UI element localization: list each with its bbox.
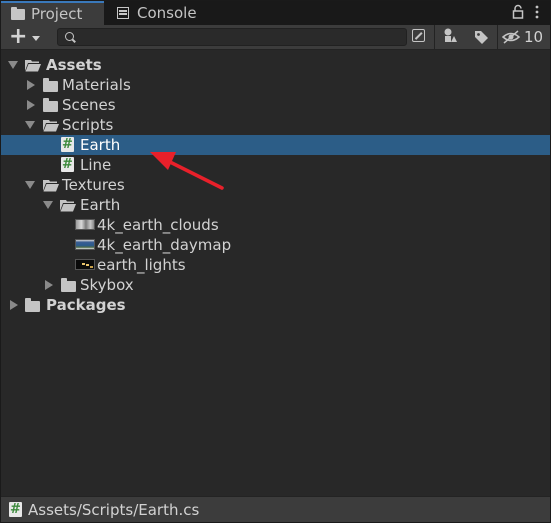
tab-console[interactable]: Console	[107, 1, 217, 25]
folder-icon	[61, 278, 77, 292]
tree-item-earth-lights[interactable]: earth_lights	[1, 255, 550, 275]
selected-asset-path: Assets/Scripts/Earth.cs	[28, 501, 200, 519]
tree-item-label: Scenes	[62, 96, 116, 114]
folder-open-icon	[25, 58, 41, 72]
tree-item-scripts[interactable]: Scripts	[1, 115, 550, 135]
create-button[interactable]: +	[7, 24, 45, 49]
csharp-script-icon: #	[9, 502, 22, 517]
tree-item-line-script[interactable]: # Line	[1, 155, 550, 175]
search-icon	[65, 32, 74, 41]
expanded-arrow-icon[interactable]	[25, 121, 35, 129]
tab-project[interactable]: Project	[1, 1, 104, 25]
search-by-type-button[interactable]	[438, 27, 462, 47]
tree-item-label: Earth	[80, 196, 121, 214]
collapsed-arrow-icon[interactable]	[45, 280, 53, 290]
tree-item-earth-script[interactable]: # Earth	[1, 135, 550, 155]
tree-item-label: 4k_earth_daymap	[97, 236, 232, 254]
tree-item-textures[interactable]: Textures	[1, 175, 550, 195]
tree-item-label: 4k_earth_clouds	[97, 216, 219, 234]
expanded-arrow-icon[interactable]	[43, 201, 53, 209]
folder-open-icon	[43, 118, 59, 132]
tab-console-label: Console	[137, 4, 197, 22]
hidden-count: 10	[524, 28, 544, 46]
tree-item-label: Earth	[80, 136, 121, 154]
expanded-arrow-icon[interactable]	[8, 61, 18, 69]
plus-icon: +	[9, 24, 28, 49]
tab-project-label: Project	[31, 5, 83, 23]
tab-bar: Project Console	[1, 1, 550, 25]
folder-open-icon	[43, 178, 59, 192]
collapsed-arrow-icon[interactable]	[27, 100, 35, 110]
tree-item-label: Textures	[62, 176, 125, 194]
texture-thumbnail-icon	[75, 259, 95, 270]
csharp-script-icon: #	[61, 157, 74, 172]
collapsed-arrow-icon[interactable]	[10, 300, 18, 310]
tag-icon	[475, 31, 488, 44]
tree-item-label: Skybox	[80, 276, 134, 294]
console-icon	[117, 7, 131, 19]
search-mode-button[interactable]	[409, 27, 431, 47]
csharp-script-icon: #	[61, 137, 74, 152]
toolbar: + 10	[1, 25, 550, 50]
lock-icon[interactable]	[512, 4, 524, 20]
more-options-icon[interactable]	[532, 4, 542, 20]
tree-item-4k-earth-daymap[interactable]: 4k_earth_daymap	[1, 235, 550, 255]
search-by-label-button[interactable]	[469, 27, 493, 47]
tree-item-scenes[interactable]: Scenes	[1, 95, 550, 115]
tree-item-label: Scripts	[62, 116, 114, 134]
hidden-packages-button[interactable]: 10	[501, 27, 549, 47]
eye-slash-icon	[501, 30, 521, 44]
tree-item-packages[interactable]: Packages	[1, 295, 550, 315]
chevron-down-icon	[32, 35, 41, 41]
tree-item-label: earth_lights	[97, 256, 186, 274]
tree-item-earth-folder[interactable]: Earth	[1, 195, 550, 215]
texture-thumbnail-icon	[75, 239, 95, 250]
tree-item-skybox[interactable]: Skybox	[1, 275, 550, 295]
search-field[interactable]	[57, 28, 407, 46]
folder-icon	[43, 98, 59, 112]
tree-item-label: Line	[80, 156, 112, 174]
folder-icon	[11, 7, 25, 20]
collapsed-arrow-icon[interactable]	[27, 80, 35, 90]
expanded-arrow-icon[interactable]	[25, 181, 35, 189]
annotation-arrow	[150, 152, 224, 190]
search-input[interactable]	[80, 29, 380, 45]
project-window: Project Console + 10 Assets Materials Sc…	[0, 0, 551, 523]
shapes-icon	[444, 28, 457, 42]
divider	[497, 25, 498, 49]
texture-thumbnail-icon	[75, 219, 95, 230]
divider	[434, 25, 435, 49]
tree-item-label: Materials	[62, 76, 131, 94]
folder-icon	[43, 78, 59, 92]
tree-item-assets[interactable]: Assets	[1, 55, 550, 75]
tree-item-4k-earth-clouds[interactable]: 4k_earth_clouds	[1, 215, 550, 235]
status-bar: # Assets/Scripts/Earth.cs	[1, 496, 550, 522]
tree-item-label: Assets	[46, 56, 102, 74]
tree-item-label: Packages	[46, 296, 126, 314]
folder-open-icon	[60, 198, 76, 212]
folder-icon	[25, 298, 41, 312]
tree-item-materials[interactable]: Materials	[1, 75, 550, 95]
